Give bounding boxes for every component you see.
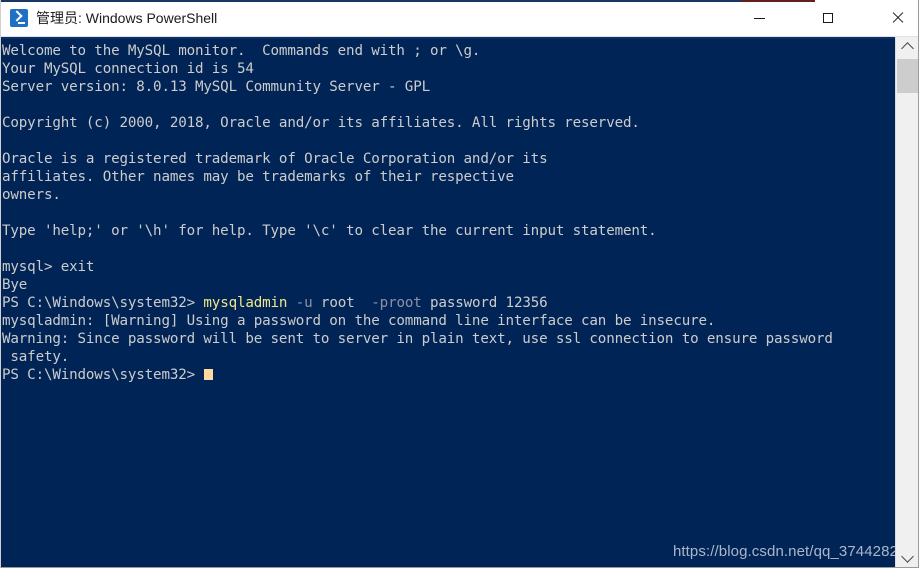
console-line: safety. xyxy=(2,348,897,366)
console-text: mysqladmin: [Warning] Using a password o… xyxy=(2,313,716,329)
console-text: Copyright (c) 2000, 2018, Oracle and/or … xyxy=(2,115,640,131)
powershell-window: 管理员: Windows PowerShell Welcome to the M… xyxy=(0,0,919,568)
maximize-icon xyxy=(823,13,833,23)
console-text: Warning: Since password will be sent to … xyxy=(2,331,833,347)
chevron-down-icon xyxy=(900,550,914,563)
console-line: Copyright (c) 2000, 2018, Oracle and/or … xyxy=(2,114,897,132)
console-line: Your MySQL connection id is 54 xyxy=(2,60,897,78)
console-text: PS C:\Windows\system32> xyxy=(2,367,196,383)
console-text: owners. xyxy=(2,187,61,203)
maximize-button[interactable] xyxy=(805,0,851,36)
console-output[interactable]: Welcome to the MySQL monitor. Commands e… xyxy=(1,39,897,567)
console-text: password 12356 xyxy=(421,295,548,311)
minimize-button[interactable] xyxy=(736,0,782,36)
console-text: Welcome to the MySQL monitor. Commands e… xyxy=(2,43,481,59)
console-lines: Welcome to the MySQL monitor. Commands e… xyxy=(2,42,897,384)
console-text: mysql> exit xyxy=(2,259,95,275)
text-cursor xyxy=(204,369,214,380)
minimize-icon xyxy=(753,17,765,19)
close-button[interactable] xyxy=(874,0,918,36)
console-text: root xyxy=(312,295,372,311)
console-text: PS C:\Windows\system32> xyxy=(2,295,204,311)
console-line: affiliates. Other names may be trademark… xyxy=(2,168,897,186)
scrollbar-thumb[interactable] xyxy=(897,59,918,93)
console-text: -u xyxy=(295,295,313,311)
close-icon xyxy=(891,12,903,24)
console-line: Warning: Since password will be sent to … xyxy=(2,330,897,348)
console-line: Server version: 8.0.13 MySQL Community S… xyxy=(2,78,897,96)
scroll-up-button[interactable] xyxy=(896,37,918,57)
console-text: Oracle is a registered trademark of Orac… xyxy=(2,151,548,167)
window-title: 管理员: Windows PowerShell xyxy=(36,10,218,26)
console-text: mysqladmin xyxy=(203,295,288,311)
console-line: Bye xyxy=(2,276,897,294)
scroll-down-button[interactable] xyxy=(896,548,918,567)
console-text: Your MySQL connection id is 54 xyxy=(2,61,254,77)
console-line: mysql> exit xyxy=(2,258,897,276)
console-area: Welcome to the MySQL monitor. Commands e… xyxy=(1,37,918,567)
console-line: owners. xyxy=(2,186,897,204)
console-line: Oracle is a registered trademark of Orac… xyxy=(2,150,897,168)
console-text: affiliates. Other names may be trademark… xyxy=(2,169,514,185)
console-text: safety. xyxy=(2,349,70,365)
console-text: -proot xyxy=(371,295,422,311)
console-line: Type 'help;' or '\h' for help. Type '\c'… xyxy=(2,222,897,240)
console-line: mysqladmin: [Warning] Using a password o… xyxy=(2,312,897,330)
title-bar[interactable]: 管理员: Windows PowerShell xyxy=(1,0,918,37)
console-text: Server version: 8.0.13 MySQL Community S… xyxy=(2,79,430,95)
chevron-up-icon xyxy=(900,42,914,55)
console-text: Type 'help;' or '\h' for help. Type '\c'… xyxy=(2,223,657,239)
console-text: Bye xyxy=(2,277,28,293)
console-line: PS C:\Windows\system32> xyxy=(2,366,897,384)
vertical-scrollbar[interactable] xyxy=(895,37,918,567)
watermark-text: https://blog.csdn.net/qq_3744282 xyxy=(672,543,898,560)
console-line: Welcome to the MySQL monitor. Commands e… xyxy=(2,42,897,60)
powershell-icon xyxy=(10,9,28,27)
console-line: PS C:\Windows\system32> mysqladmin -u ro… xyxy=(2,294,897,312)
